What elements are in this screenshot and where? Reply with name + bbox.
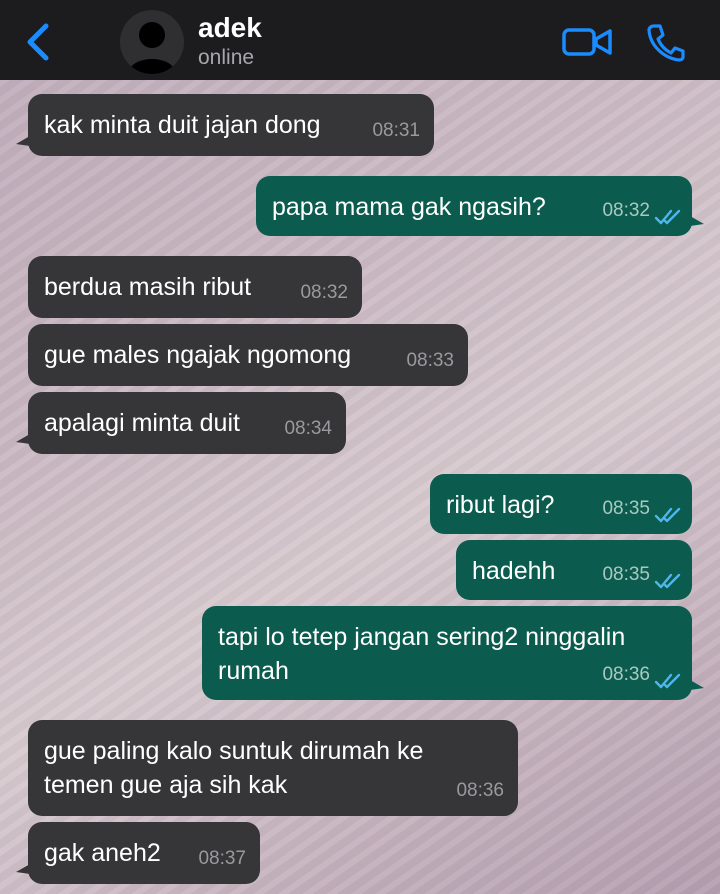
- video-call-button[interactable]: [560, 22, 616, 62]
- message-text: tapi lo tetep jangan sering2 ninggalin r…: [218, 623, 626, 685]
- avatar[interactable]: [120, 10, 184, 74]
- message-time: 08:32: [602, 200, 650, 221]
- message-time: 08:32: [300, 282, 348, 303]
- chat-area[interactable]: kak minta duit jajan dong 08:31 papa mam…: [0, 80, 720, 894]
- video-camera-icon: [562, 28, 612, 56]
- incoming-message[interactable]: kak minta duit jajan dong 08:31: [16, 94, 434, 156]
- chevron-left-icon: [27, 23, 49, 61]
- message-text: gak aneh2: [44, 839, 161, 867]
- outgoing-message[interactable]: hadehh 08:35: [456, 540, 692, 600]
- message-text: hadehh: [472, 557, 556, 585]
- message-time: 08:31: [372, 120, 420, 141]
- message-text: gue paling kalo suntuk dirumah ke temen …: [44, 737, 424, 799]
- message-time: 08:37: [198, 848, 246, 869]
- message-text: berdua masih ribut: [44, 273, 252, 301]
- contact-status: online: [198, 46, 255, 69]
- back-button[interactable]: [20, 20, 60, 64]
- message-time: 08:34: [284, 418, 332, 439]
- outgoing-message[interactable]: papa mama gak ngasih? 08:32: [256, 176, 704, 236]
- message-text: kak minta duit jajan dong: [44, 111, 321, 139]
- double-check-icon: [654, 673, 681, 689]
- bubble-tail: [16, 136, 30, 146]
- outgoing-message[interactable]: tapi lo tetep jangan sering2 ninggalin r…: [202, 606, 704, 700]
- voice-call-button[interactable]: [644, 20, 686, 64]
- message-text: gue males ngajak ngomong: [44, 341, 352, 369]
- contact-name[interactable]: adek: [198, 12, 262, 44]
- default-person-icon: [128, 22, 176, 74]
- outgoing-message[interactable]: ribut lagi? 08:35: [430, 474, 692, 534]
- message-text: ribut lagi?: [446, 491, 555, 519]
- bubble-tail: [690, 680, 704, 690]
- message-time: 08:33: [406, 350, 454, 371]
- bubble-tail: [690, 216, 704, 226]
- message-text: apalagi minta duit: [44, 409, 240, 437]
- incoming-message[interactable]: apalagi minta duit 08:34: [16, 392, 346, 454]
- message-time: 08:35: [602, 498, 650, 519]
- incoming-message[interactable]: gak aneh2 08:37: [16, 822, 260, 884]
- incoming-message[interactable]: berdua masih ribut 08:32: [28, 256, 362, 318]
- chat-header: adek online: [0, 0, 720, 80]
- bubble-tail: [16, 434, 30, 444]
- message-text: papa mama gak ngasih?: [272, 193, 546, 221]
- double-check-icon: [654, 507, 681, 523]
- phone-icon: [647, 24, 685, 62]
- message-time: 08:36: [602, 664, 650, 685]
- message-time: 08:35: [602, 564, 650, 585]
- message-time: 08:36: [456, 780, 504, 801]
- incoming-message[interactable]: gue paling kalo suntuk dirumah ke temen …: [28, 720, 518, 816]
- double-check-icon: [654, 209, 681, 225]
- double-check-icon: [654, 573, 681, 589]
- bubble-tail: [16, 864, 30, 874]
- incoming-message[interactable]: gue males ngajak ngomong 08:33: [28, 324, 468, 386]
